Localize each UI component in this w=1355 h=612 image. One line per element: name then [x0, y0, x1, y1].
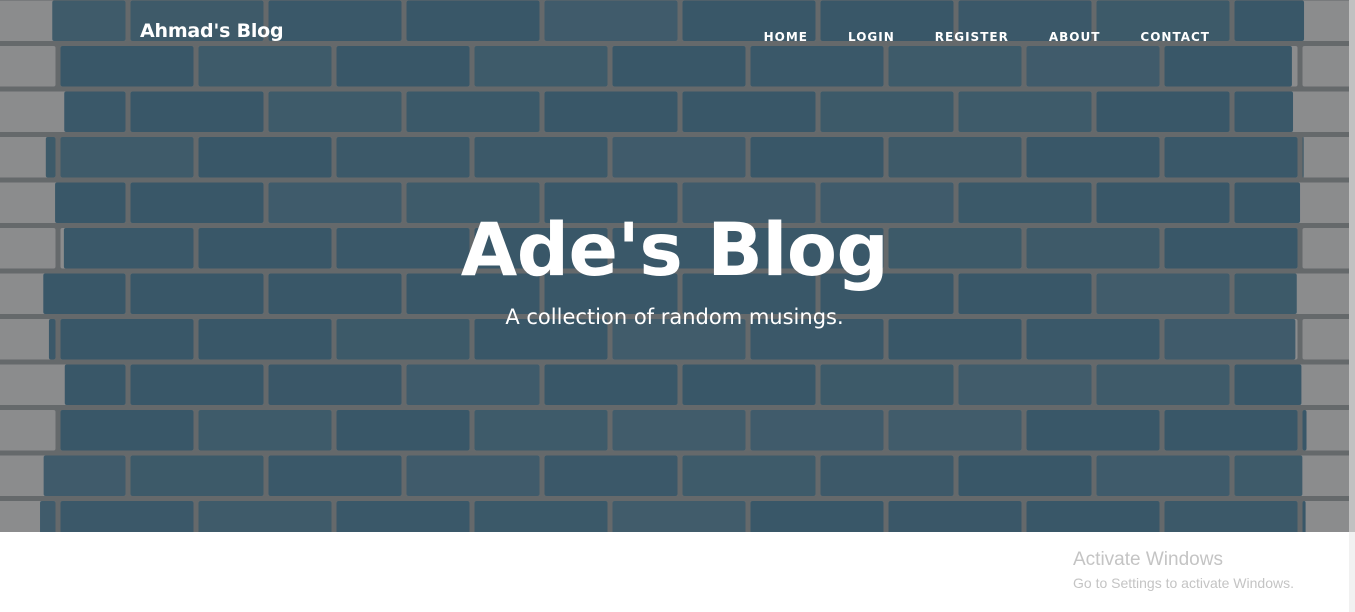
activate-windows-title: Activate Windows	[1073, 549, 1223, 570]
scrollbar-thumb[interactable]	[1349, 0, 1355, 532]
page: Ahmad's Blog HOME LOGIN REGISTER ABOUT C…	[0, 0, 1355, 612]
nav-item-home: HOME	[764, 26, 808, 45]
nav-item-about: ABOUT	[1049, 26, 1101, 45]
page-scrollbar[interactable]	[1349, 0, 1355, 612]
hero-subtitle: A collection of random musings.	[505, 305, 844, 329]
nav-link-register[interactable]: REGISTER	[935, 30, 1009, 44]
nav-link-about[interactable]: ABOUT	[1049, 30, 1101, 44]
nav-item-login: LOGIN	[848, 26, 895, 45]
nav-link-home[interactable]: HOME	[764, 30, 808, 44]
nav-link-login[interactable]: LOGIN	[848, 30, 895, 44]
hero-header: Ahmad's Blog HOME LOGIN REGISTER ABOUT C…	[0, 0, 1349, 532]
nav-item-register: REGISTER	[935, 26, 1009, 45]
activate-windows-subtitle: Go to Settings to activate Windows.	[1073, 575, 1294, 591]
nav-link-contact[interactable]: CONTACT	[1140, 30, 1210, 44]
nav-links: HOME LOGIN REGISTER ABOUT CONTACT	[724, 26, 1210, 45]
hero-heading-block: Ade's Blog A collection of random musing…	[0, 205, 1349, 329]
brand-link[interactable]: Ahmad's Blog	[140, 20, 284, 42]
navbar: Ahmad's Blog HOME LOGIN REGISTER ABOUT C…	[0, 0, 1349, 66]
hero-title: Ade's Blog	[460, 208, 889, 293]
activate-windows-watermark: Activate Windows Go to Settings to activ…	[1073, 549, 1294, 593]
nav-item-contact: CONTACT	[1140, 26, 1210, 45]
